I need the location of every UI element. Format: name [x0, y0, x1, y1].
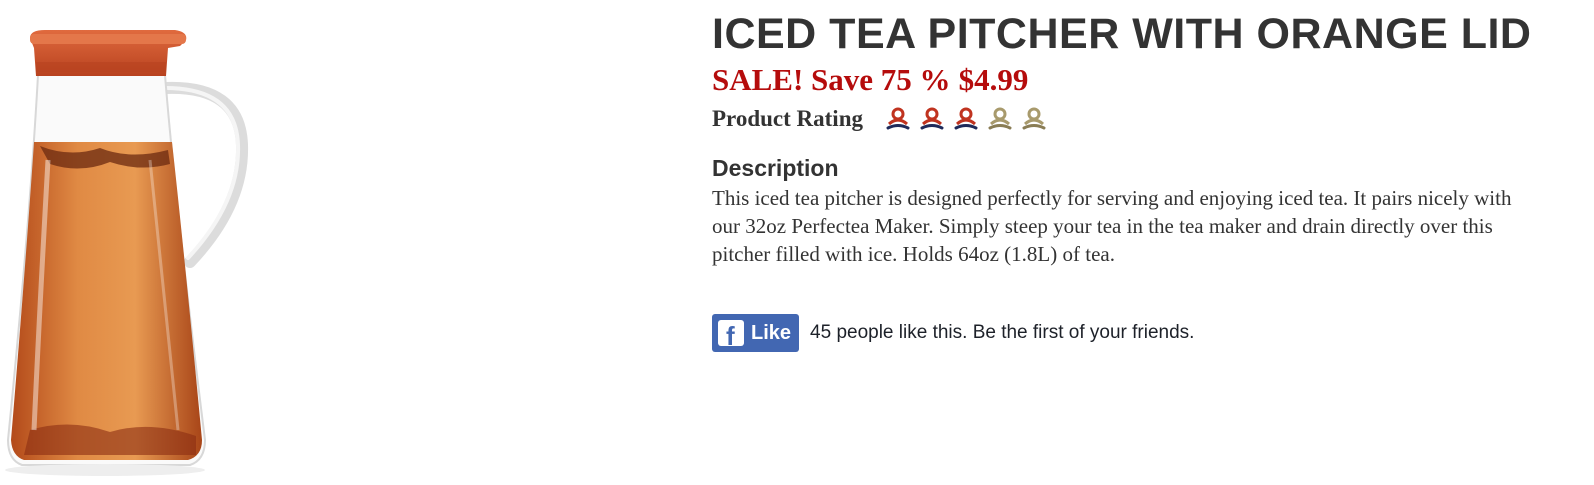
price-line: SALE! Save 75 % $4.99 — [712, 62, 1582, 98]
rating-label: Product Rating — [712, 106, 863, 131]
teacup-rating-icon-filled — [920, 107, 944, 130]
like-count-text: 45 people like this. Be the first of you… — [810, 322, 1195, 343]
teacup-rating-icon-filled — [954, 107, 978, 130]
iced-tea-pitcher-image — [5, 30, 249, 476]
facebook-icon: f — [718, 320, 744, 349]
description-heading: Description — [712, 155, 839, 181]
like-button-label: Like — [751, 321, 792, 344]
teacup-rating-icon-empty — [988, 107, 1012, 130]
facebook-like-row: f Like 45 people like this. Be the first… — [712, 314, 1582, 352]
description-text: This iced tea pitcher is designed perfec… — [712, 186, 1512, 266]
product-price: $4.99 — [958, 62, 1029, 97]
sale-label: SALE! Save 75 % — [712, 62, 951, 97]
product-rating: Product Rating — [712, 104, 1582, 134]
teacup-rating-icon-empty — [1022, 107, 1046, 130]
teacup-rating-icon-filled — [886, 107, 910, 130]
product-details: ICED TEA PITCHER WITH ORANGE LID SALE! S… — [712, 8, 1582, 352]
product-title: ICED TEA PITCHER WITH ORANGE LID — [712, 10, 1532, 58]
rating-icons — [885, 106, 1055, 132]
product-image — [0, 0, 300, 480]
facebook-like-button[interactable]: f Like — [712, 314, 800, 352]
